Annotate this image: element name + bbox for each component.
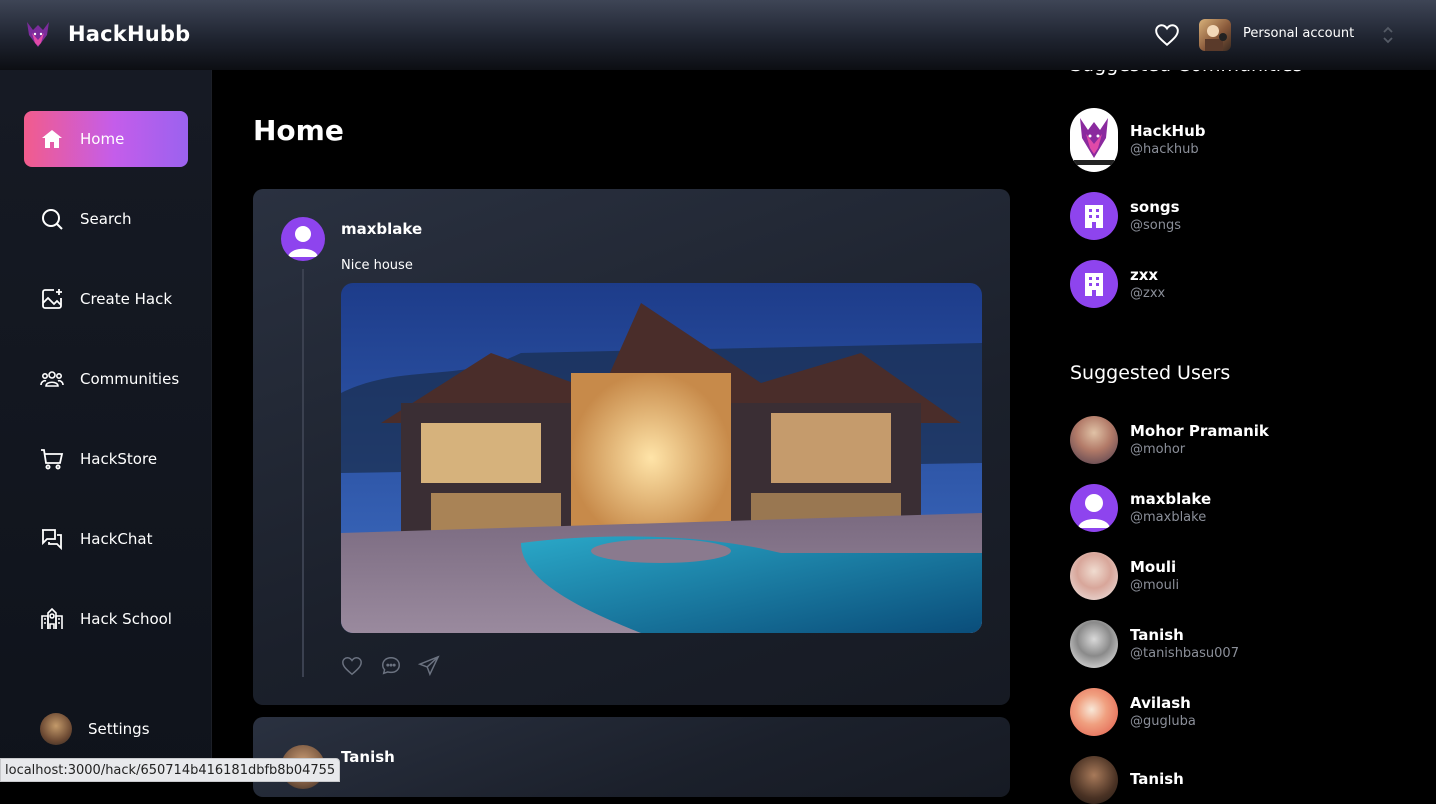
sidebar-item-hackchat[interactable]: HackChat [24,511,188,567]
sidebar-item-label: HackStore [80,450,158,468]
user-handle: @mouli [1130,578,1180,593]
sidebar-item-label: Search [80,210,132,228]
sidebar-item-label: Hack School [80,610,172,628]
heart-icon[interactable] [1154,22,1180,48]
user-name: Tanish [1130,626,1184,644]
sidebar-item-communities[interactable]: Communities [24,351,188,407]
user-name: Avilash [1130,694,1191,712]
user-handle: @tanishbasu007 [1130,646,1239,661]
user-avatar [1070,620,1118,668]
user-handle: @mohor [1130,442,1186,457]
post-card: maxblake Nice house [253,189,1010,705]
community-item-hackhub[interactable]: HackHub @hackhub [1070,108,1206,172]
sidebar-item-label: Create Hack [80,290,173,308]
chevron-updown-icon[interactable] [1380,24,1396,46]
post-author-avatar[interactable] [281,217,325,261]
sidebar-item-home[interactable]: Home [24,111,188,167]
default-user-avatar [1070,484,1118,532]
user-item[interactable]: Mouli @mouli [1070,552,1179,600]
account-avatar[interactable] [1199,19,1231,51]
search-icon [42,209,63,230]
page-title: Home [253,114,344,147]
sidebar-item-label: Communities [80,370,180,388]
sidebar-item-label: Home [80,130,125,148]
users-icon [40,371,64,387]
user-name: Tanish [1130,770,1184,788]
community-name: HackHub [1130,122,1206,140]
thread-line [302,269,304,677]
user-item[interactable]: Tanish @tanishbasu007 [1070,620,1239,668]
cart-icon [41,449,64,470]
user-item[interactable]: Mohor Pramanik @mohor [1070,416,1269,464]
user-item[interactable]: maxblake @maxblake [1070,484,1211,532]
community-name: zxx [1130,266,1159,284]
community-handle: @hackhub [1130,142,1199,157]
post-image[interactable] [341,283,982,633]
comment-icon[interactable] [380,655,402,677]
image-plus-icon [42,289,62,309]
post-card: Tanish [253,717,1010,797]
user-item[interactable]: Avilash @gugluba [1070,688,1196,736]
community-item-zxx[interactable]: zxx @zxx [1070,260,1165,308]
user-name: Mouli [1130,558,1177,576]
sidebar-item-search[interactable]: Search [24,191,188,247]
chat-icon [42,529,62,551]
community-handle: @zxx [1130,286,1166,301]
home-icon [42,130,62,148]
share-send-icon[interactable] [418,655,440,677]
community-handle: @songs [1130,218,1181,233]
dragon-logo-icon[interactable] [24,19,52,49]
user-handle: @gugluba [1130,714,1196,729]
post-text: Nice house [341,258,413,273]
status-bar-url: localhost:3000/hack/650714b416181dbfb8b0… [0,758,341,782]
settings-label: Settings [88,720,150,738]
account-switcher-label[interactable]: Personal account [1243,26,1354,41]
user-handle: @maxblake [1130,510,1207,525]
sidebar-item-hack-school[interactable]: Hack School [24,591,188,647]
post-author[interactable]: maxblake [341,220,422,238]
community-item-songs[interactable]: songs @songs [1070,192,1181,240]
settings-avatar [40,713,72,745]
user-avatar [1070,552,1118,600]
user-avatar [1070,416,1118,464]
school-icon [41,607,63,629]
user-avatar [1070,688,1118,736]
building-icon [1070,192,1118,240]
like-heart-icon[interactable] [341,655,363,677]
top-bar: HackHubb Personal account [0,0,1436,70]
hackhub-logo-avatar [1070,108,1118,172]
user-avatar [1070,756,1118,804]
user-name: maxblake [1130,490,1212,508]
user-item[interactable]: Tanish [1070,756,1184,804]
settings-button[interactable]: Settings [40,713,150,745]
sidebar-item-label: HackChat [80,530,153,548]
sidebar-item-hackstore[interactable]: HackStore [24,431,188,487]
sidebar-item-create-hack[interactable]: Create Hack [24,271,188,327]
suggested-users-title: Suggested Users [1070,362,1231,384]
left-sidebar: Home Search Create Hack Communities Hack… [0,70,212,782]
brand-name[interactable]: HackHubb [68,22,190,46]
community-name: songs [1130,198,1180,216]
user-name: Mohor Pramanik [1130,422,1269,440]
post-author[interactable]: Tanish [341,748,395,766]
building-icon [1070,260,1118,308]
